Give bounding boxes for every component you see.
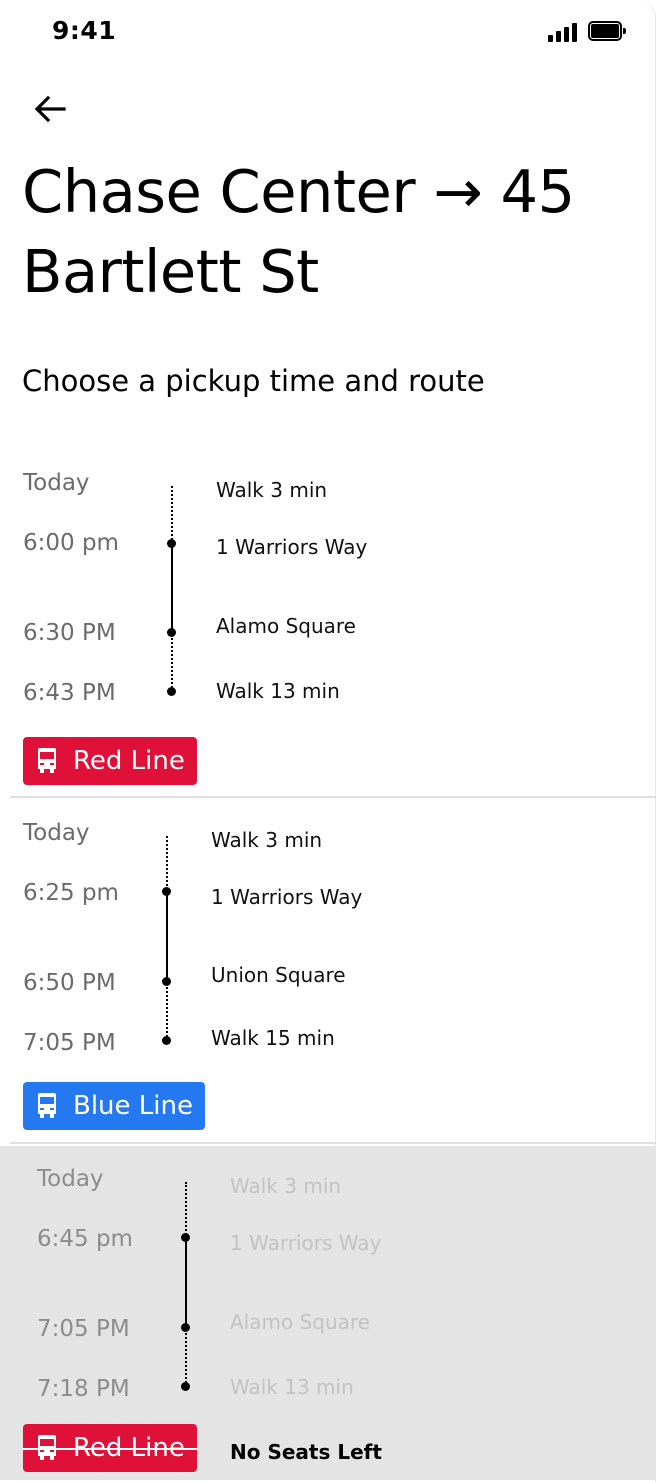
line-badge: Blue Line [23,1082,205,1130]
mid-time: 6:50 PM [23,970,116,996]
arrive-time: 6:43 PM [23,680,116,706]
divider [10,796,656,798]
stop-dot [167,687,176,696]
walk-line [166,983,168,1037]
route-day: Today [23,820,90,846]
bus-icon [38,1093,56,1118]
depart-time: 6:25 pm [23,880,119,906]
depart-time: 6:00 pm [23,530,119,556]
depart-time: 6:45 pm [37,1226,133,1252]
back-arrow-icon[interactable] [30,88,72,130]
page-subtitle: Choose a pickup time and route [22,364,485,398]
ride-line [185,1238,187,1328]
stop-dot [162,1036,171,1045]
line-name: Blue Line [73,1091,193,1121]
dropoff-stop: Union Square [211,963,346,987]
walk-start: Walk 3 min [211,828,323,852]
walk-end: Walk 13 min [230,1375,354,1399]
pickup-stop: 1 Warriors Way [211,885,363,909]
line-badge: Red Line [23,1424,197,1472]
strikethrough [23,1448,197,1450]
mid-time: 7:05 PM [37,1316,130,1342]
status-time: 9:41 [52,16,117,45]
battery-icon [588,21,626,41]
screen: 9:41 Chase Center → 45 Bartlett St Choos… [0,0,656,1482]
line-badge: Red Line [23,737,197,785]
ride-line [171,544,173,632]
route-day: Today [37,1166,104,1192]
bus-icon [38,748,56,773]
walk-end: Walk 13 min [216,679,340,703]
arrive-time: 7:05 PM [23,1030,116,1056]
walk-line [166,836,168,894]
route-card-red-line-645-unavailable: Today 6:45 pm 7:05 PM 7:18 PM Walk 3 min… [0,1146,656,1480]
walk-line [171,634,173,688]
arrive-time: 7:18 PM [37,1376,130,1402]
route-day: Today [23,470,90,496]
availability-status: No Seats Left [230,1440,382,1464]
cellular-signal-icon [548,22,578,42]
mid-time: 6:30 PM [23,620,116,646]
route-card-red-line-600[interactable]: Today 6:00 pm 6:30 PM 6:43 PM Walk 3 min… [0,460,656,796]
dropoff-stop: Alamo Square [216,614,356,638]
walk-line [185,1182,187,1238]
route-card-blue-line-625[interactable]: Today 6:25 pm 6:50 PM 7:05 PM Walk 3 min… [0,810,656,1144]
walk-start: Walk 3 min [216,478,328,502]
walk-start: Walk 3 min [230,1174,342,1198]
ride-line [166,892,168,982]
walk-line [185,1329,187,1383]
walk-line [171,486,173,544]
line-name: Red Line [73,746,185,776]
stop-dot [181,1382,190,1391]
page-title: Chase Center → 45 Bartlett St [22,157,575,306]
divider [10,1142,656,1144]
walk-end: Walk 15 min [211,1026,335,1050]
pickup-stop: 1 Warriors Way [216,535,368,559]
dropoff-stop: Alamo Square [230,1310,370,1334]
pickup-stop: 1 Warriors Way [230,1231,382,1255]
